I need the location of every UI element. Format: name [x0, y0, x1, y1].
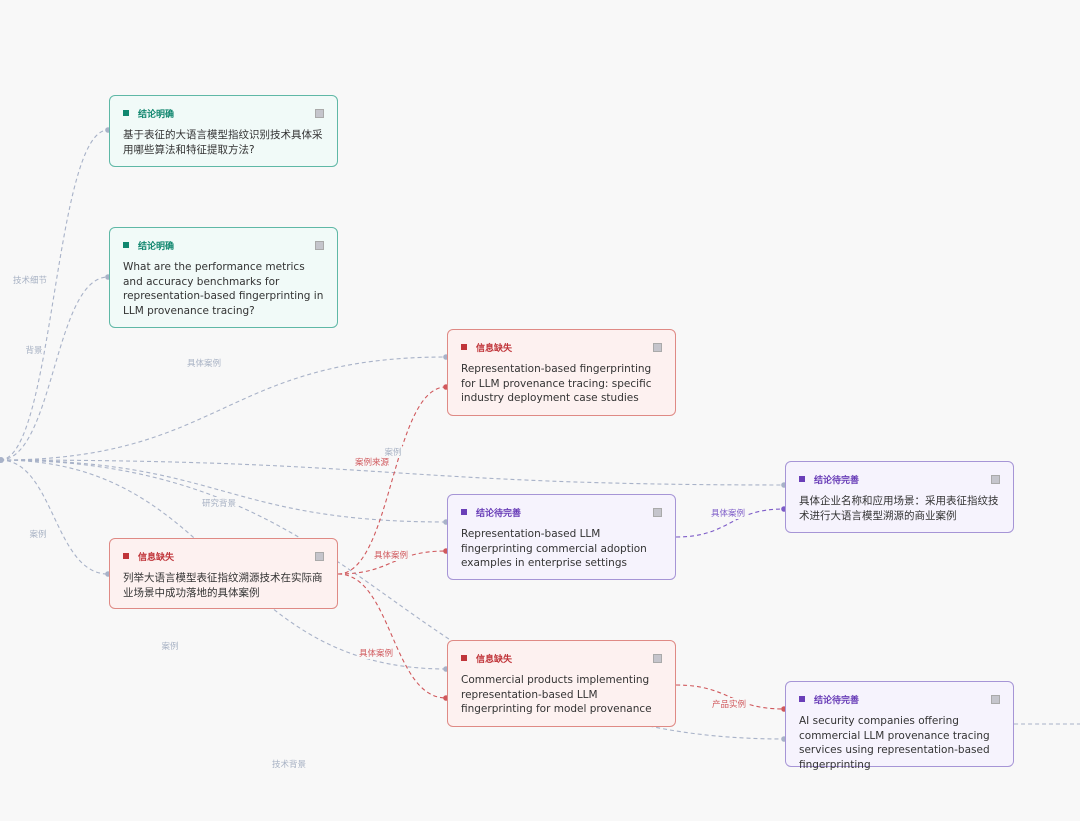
- status-label: 结论待完善: [814, 475, 860, 486]
- node-text: Representation-based LLM fingerprinting …: [461, 528, 647, 569]
- edge-root-n1: [0, 129, 109, 461]
- node-text: Commercial products implementing represe…: [461, 674, 652, 715]
- status-label: 结论明确: [138, 241, 175, 252]
- node-n5[interactable]: 信息缺失 列举大语言模型表征指纹溯源技术在实际商业场景中成功落地的具体案例: [109, 538, 338, 609]
- edge-label: 具体案例: [709, 507, 747, 519]
- node-n4[interactable]: 结论待完善 Representation-based LLM fingerpri…: [447, 494, 676, 580]
- root-node-dot: [0, 457, 4, 463]
- edge-label: 具体案例: [185, 357, 223, 369]
- edge-label: 背景: [24, 344, 44, 356]
- status-square-icon: [799, 696, 805, 702]
- edge-label: 技术背景: [270, 758, 308, 770]
- edge-root-n5: [0, 459, 109, 575]
- edge-label: 具体案例: [372, 549, 410, 561]
- edge-n5-n6: [337, 573, 447, 699]
- node-text: 基于表征的大语言模型指纹识别技术具体采用哪些算法和特征提取方法?: [123, 129, 323, 156]
- status-label: 结论明确: [138, 109, 175, 120]
- expand-icon[interactable]: [653, 342, 662, 352]
- node-text: AI security companies offering commercia…: [799, 715, 990, 771]
- edge-label: 技术细节: [11, 274, 49, 286]
- node-n3[interactable]: 信息缺失 Representation-based fingerprinting…: [447, 329, 676, 416]
- edge-label: 案例: [160, 640, 180, 652]
- expand-icon[interactable]: [315, 108, 324, 118]
- status-square-icon: [461, 344, 467, 350]
- edge-root-n2: [0, 276, 109, 461]
- expand-icon[interactable]: [653, 653, 662, 663]
- expand-icon[interactable]: [315, 551, 324, 561]
- edge-label: 研究背景: [200, 497, 238, 509]
- edge-root-n3: [0, 356, 447, 461]
- status-square-icon: [461, 655, 467, 661]
- edge-root-n4: [0, 459, 447, 523]
- edge-label: 具体案例: [357, 647, 395, 659]
- status-square-icon: [799, 476, 805, 482]
- edge-label: 产品实例: [710, 698, 748, 710]
- status-square-icon: [123, 553, 129, 559]
- expand-icon[interactable]: [991, 694, 1000, 704]
- node-n1[interactable]: 结论明确 基于表征的大语言模型指纹识别技术具体采用哪些算法和特征提取方法?: [109, 95, 338, 167]
- status-label: 结论待完善: [476, 508, 522, 519]
- node-n8[interactable]: 结论待完善 AI security companies offering com…: [785, 681, 1014, 771]
- node-n2[interactable]: 结论明确 What are the performance metrics an…: [109, 227, 338, 328]
- node-text: 列举大语言模型表征指纹溯源技术在实际商业场景中成功落地的具体案例: [123, 572, 323, 599]
- edge-label: 案例来源: [353, 456, 391, 468]
- node-n6[interactable]: 信息缺失 Commercial products implementing re…: [447, 640, 676, 727]
- status-label: 结论待完善: [814, 695, 860, 706]
- status-square-icon: [123, 110, 129, 116]
- node-text: 具体企业名称和应用场景：采用表征指纹技术进行大语言模型溯源的商业案例: [799, 495, 999, 522]
- expand-icon[interactable]: [653, 507, 662, 517]
- status-label: 信息缺失: [138, 552, 175, 563]
- node-text: What are the performance metrics and acc…: [123, 261, 324, 317]
- node-n7[interactable]: 结论待完善 具体企业名称和应用场景：采用表征指纹技术进行大语言模型溯源的商业案例: [785, 461, 1014, 533]
- expand-icon[interactable]: [991, 474, 1000, 484]
- status-square-icon: [461, 509, 467, 515]
- node-text: Representation-based fingerprinting for …: [461, 363, 652, 404]
- expand-icon[interactable]: [315, 240, 324, 250]
- status-square-icon: [123, 242, 129, 248]
- edge-n5-n3: [337, 386, 447, 575]
- edge-label: 案例: [28, 528, 48, 540]
- status-label: 信息缺失: [476, 343, 513, 354]
- status-label: 信息缺失: [476, 654, 513, 665]
